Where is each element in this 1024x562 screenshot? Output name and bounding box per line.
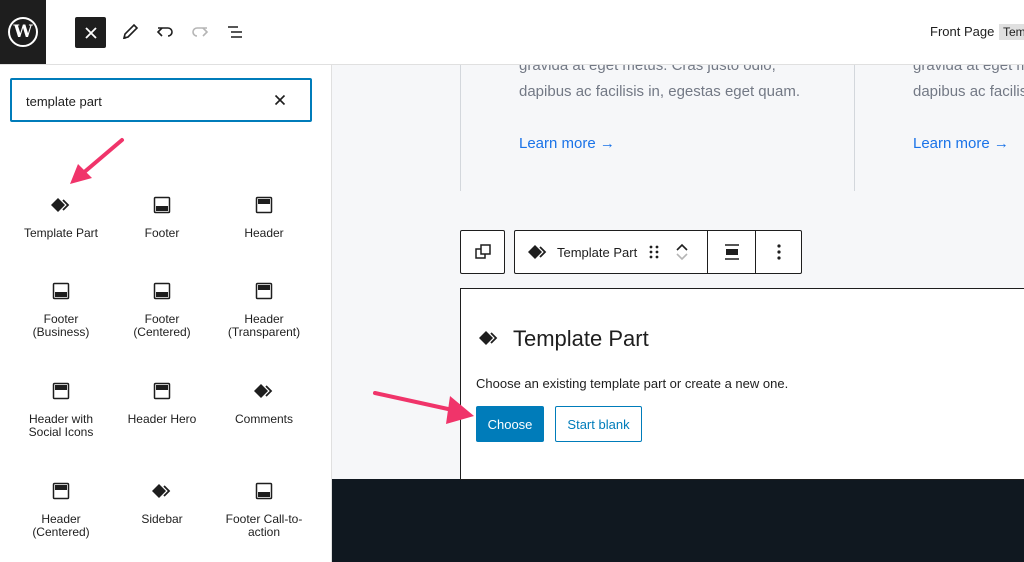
block-item-label: Comments [234, 412, 293, 426]
redo-icon [192, 27, 209, 37]
block-item[interactable]: Comments [213, 379, 315, 426]
block-item-label: Header (Transparent) [227, 312, 301, 339]
block-item[interactable]: Template Part [10, 193, 112, 240]
block-item-label: Footer Call-to- action [225, 512, 303, 539]
template-badge: Tem [999, 24, 1024, 40]
feature-card[interactable]: gravida at eget metus. Cras justo odio, … [460, 65, 855, 191]
start-blank-button[interactable]: Start blank [555, 406, 642, 442]
block-item-label: Header [244, 226, 284, 240]
parent-block-button[interactable] [460, 230, 505, 274]
block-type-switcher[interactable]: Template Part [527, 231, 637, 273]
chevron-up-icon[interactable] [675, 242, 689, 252]
chevron-down-icon[interactable] [675, 252, 689, 262]
block-item-label: Header (Centered) [32, 512, 90, 539]
editor-top-bar: W Front Page Tem [0, 0, 1024, 65]
block-item[interactable]: Sidebar [111, 479, 213, 526]
template-part-icon [528, 245, 547, 259]
block-item-label: Sidebar [141, 512, 183, 526]
template-part-icon [252, 379, 276, 403]
duplicate-icon [474, 244, 491, 259]
block-search [10, 78, 312, 122]
choose-button[interactable]: Choose [476, 406, 544, 442]
clear-search-button[interactable] [272, 92, 288, 108]
header-icon [49, 479, 73, 503]
close-inserter-button[interactable] [75, 17, 106, 48]
wordpress-logo[interactable]: W [0, 0, 46, 64]
footer-icon [150, 193, 174, 217]
block-toolbar-label: Template Part [557, 244, 638, 260]
redo-button[interactable] [185, 17, 215, 47]
header-icon [252, 193, 276, 217]
block-item-label: Header with Social Icons [28, 412, 94, 439]
block-toolbar: Template Part [514, 230, 802, 274]
block-item[interactable]: Header (Centered) [10, 479, 112, 539]
move-buttons [675, 231, 689, 273]
block-item[interactable]: Footer (Business) [10, 279, 112, 339]
list-view-button[interactable] [220, 17, 250, 47]
placeholder-description: Choose an existing template part or crea… [476, 376, 789, 391]
drag-handle-icon [649, 245, 659, 259]
dark-footer-section [332, 479, 1024, 562]
pencil-icon [122, 23, 139, 40]
header-icon [49, 379, 73, 403]
header-icon [150, 379, 174, 403]
more-options-button[interactable] [756, 231, 801, 273]
block-item-label: Footer (Centered) [133, 312, 191, 339]
block-item[interactable]: Header (Transparent) [213, 279, 315, 339]
align-button[interactable] [708, 231, 755, 273]
template-part-placeholder: Template Part Choose an existing templat… [460, 288, 1024, 480]
block-item[interactable]: Footer (Centered) [111, 279, 213, 339]
block-inserter-panel: Template Part Footer Header Footer (Busines… [0, 65, 332, 562]
footer-icon [252, 479, 276, 503]
close-icon [84, 26, 97, 39]
list-view-icon [228, 26, 242, 38]
template-part-icon [49, 193, 73, 217]
undo-icon [156, 27, 173, 37]
undo-button[interactable] [150, 17, 180, 47]
tools-button[interactable] [115, 17, 145, 47]
block-item-label: Footer (Business) [32, 312, 90, 339]
block-item[interactable]: Footer [111, 193, 213, 240]
search-input[interactable] [24, 90, 268, 112]
card-text: gravida at eget metus. Cras justo odio, … [519, 65, 800, 100]
placeholder-title: Template Part [513, 326, 649, 351]
block-item[interactable]: Header Hero [111, 379, 213, 426]
block-item[interactable]: Footer Call-to- action [213, 479, 315, 539]
align-icon [724, 244, 739, 260]
drag-handle[interactable] [649, 231, 659, 273]
footer-icon [49, 279, 73, 303]
block-item-label: Footer [144, 226, 180, 240]
block-item-label: Header Hero [127, 412, 197, 426]
more-vertical-icon [776, 244, 781, 260]
close-icon [274, 94, 286, 106]
header-icon [252, 279, 276, 303]
block-item-label: Template Part [23, 226, 99, 240]
feature-card[interactable]: gravida at eget metus. Cras justo odio, … [854, 65, 1024, 191]
wordpress-logo-icon: W [8, 17, 38, 47]
learn-more-link[interactable]: Learn more → [519, 135, 615, 152]
footer-icon [150, 279, 174, 303]
template-part-icon [477, 326, 501, 350]
block-item[interactable]: Header [213, 193, 315, 240]
block-item[interactable]: Header with Social Icons [10, 379, 112, 439]
template-part-icon [150, 479, 174, 503]
learn-more-link[interactable]: Learn more → [913, 135, 1009, 152]
card-text: gravida at eget metus. Cras justo odio, … [913, 65, 1024, 100]
document-title[interactable]: Front Page [930, 24, 994, 39]
